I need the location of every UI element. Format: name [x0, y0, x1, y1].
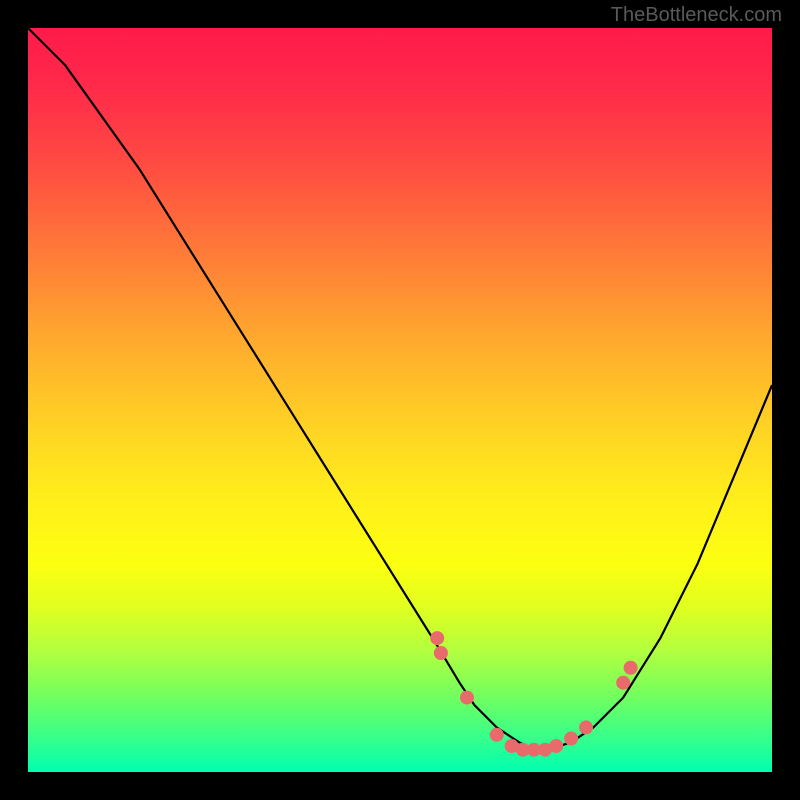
marker-point [430, 631, 444, 645]
marker-point [490, 728, 504, 742]
marker-point [460, 691, 474, 705]
highlight-markers [430, 631, 637, 757]
bottleneck-curve [28, 28, 772, 750]
plot-area [28, 28, 772, 772]
watermark-text: TheBottleneck.com [611, 4, 782, 27]
marker-point [434, 646, 448, 660]
marker-point [624, 661, 638, 675]
marker-point [549, 739, 563, 753]
marker-point [616, 676, 630, 690]
chart-svg [28, 28, 772, 772]
marker-point [564, 732, 578, 746]
marker-point [579, 720, 593, 734]
